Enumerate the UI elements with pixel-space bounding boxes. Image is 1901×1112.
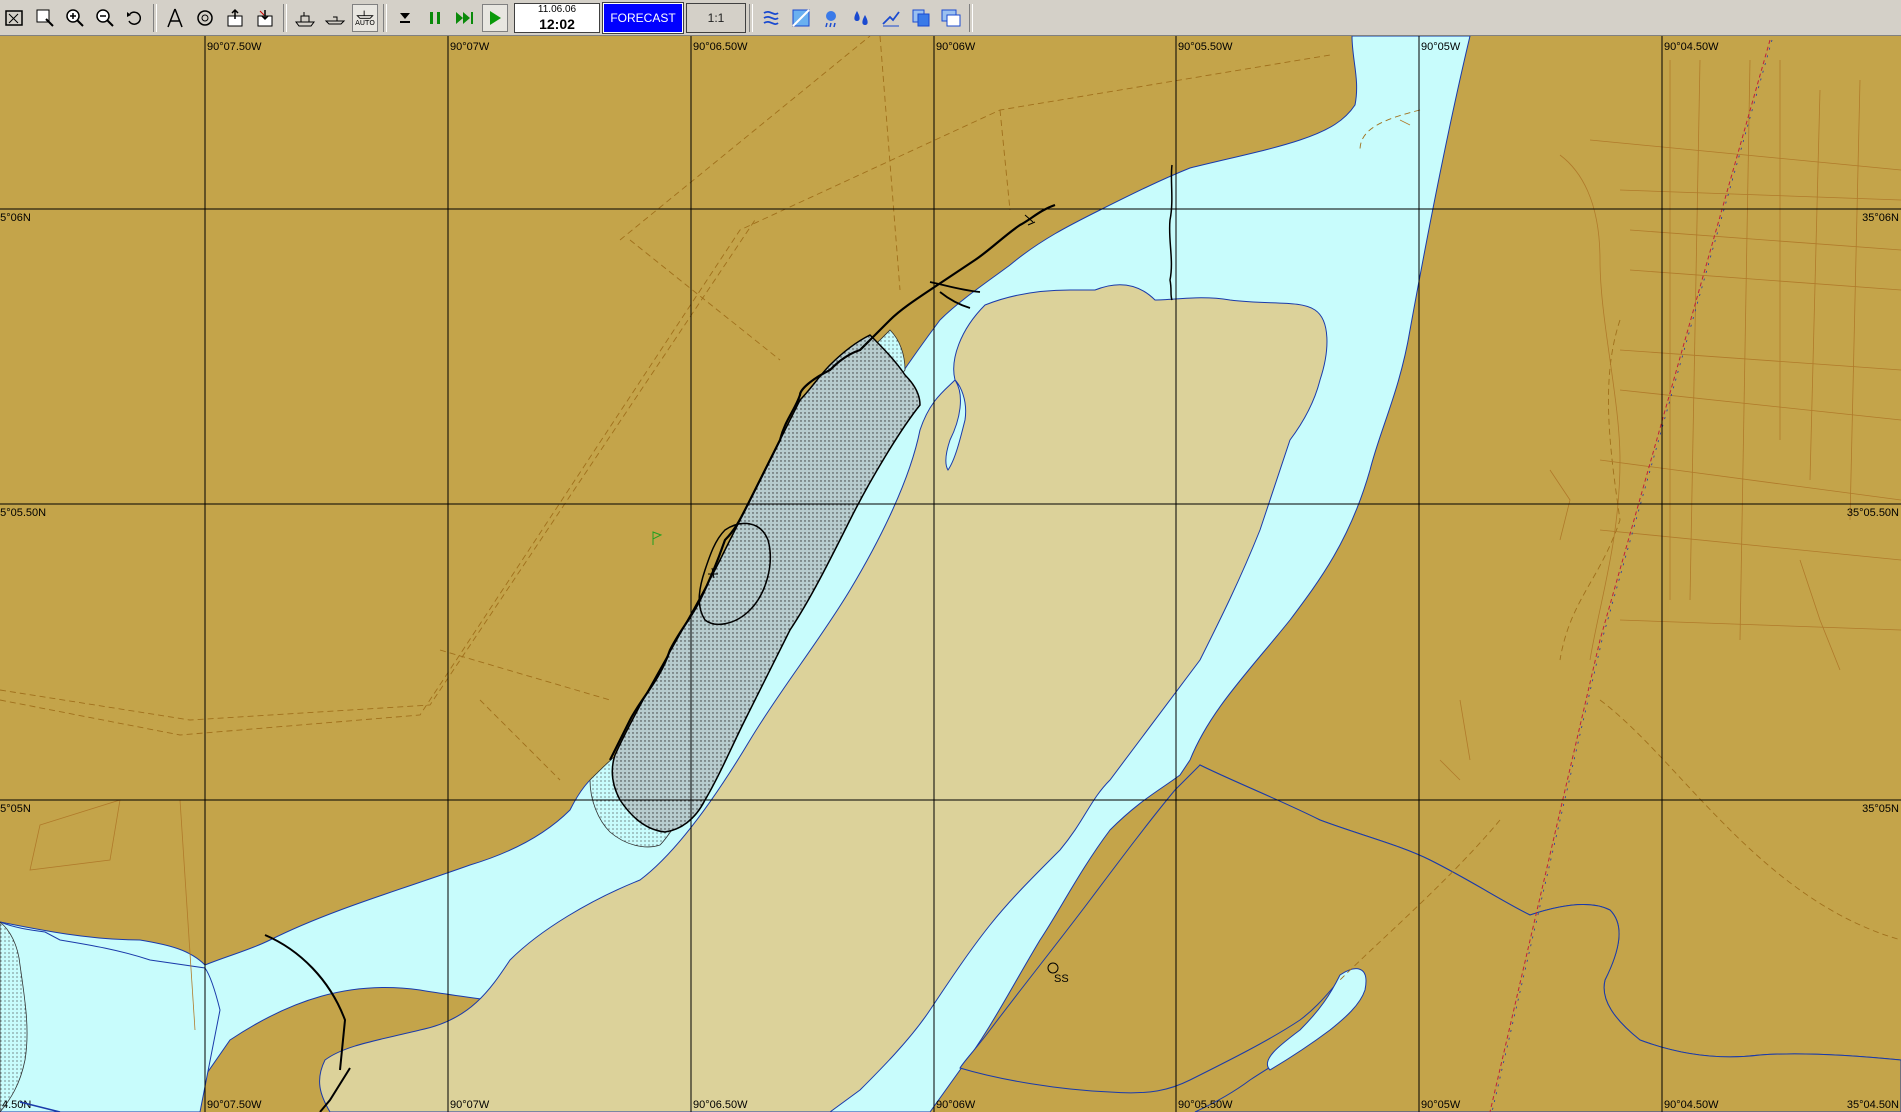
ship-icon[interactable] (292, 4, 318, 32)
time-text: 12:02 (539, 15, 575, 32)
date-time-display[interactable]: 11.06.06 12:02 (514, 2, 600, 33)
lon-label: 90°07W (450, 1099, 490, 1111)
edge-label-left: 4.50N (2, 1099, 31, 1111)
toolbar-separator (153, 3, 157, 32)
lon-label: 90°06.50W (693, 1099, 748, 1111)
lon-label: 90°07.50W (207, 41, 262, 53)
chart-map[interactable]: SS 90°07.50W 90°07W 90°06.50W 90°06W 90°… (0, 36, 1901, 1112)
toolbar-separator (749, 3, 753, 32)
spring-label: SS (1054, 973, 1069, 985)
lat-label: 35°05.50N (0, 507, 46, 519)
toolbar-separator (283, 3, 287, 32)
lon-label: 90°06W (936, 41, 976, 53)
grid-layer-icon[interactable] (788, 4, 814, 32)
edge-label-right: 35°04.50N (1847, 1099, 1899, 1111)
compass-divider-icon[interactable] (162, 4, 188, 32)
scale-selector[interactable]: 1:1 (686, 2, 746, 33)
vessel-track-icon[interactable] (322, 4, 348, 32)
lat-label: 35°06N (1862, 212, 1899, 224)
lon-label: 90°05.50W (1178, 1099, 1233, 1111)
stop-icon[interactable] (392, 4, 418, 32)
auto-label: AUTO (355, 19, 375, 27)
lon-label: 90°04.50W (1664, 41, 1719, 53)
forecast-button[interactable]: FORECAST (602, 1, 684, 34)
lon-label: 90°06.50W (693, 41, 748, 53)
toolbar: AUTO 11.06.06 12:02 FORECAST 1:1 (0, 0, 1901, 36)
zoom-out-icon[interactable] (92, 4, 118, 32)
lon-label: 90°05W (1421, 1099, 1461, 1111)
pause-icon[interactable] (422, 4, 448, 32)
lat-label: 35°06N (0, 212, 31, 224)
weather-layer-icon[interactable] (818, 4, 844, 32)
export-icon[interactable] (222, 4, 248, 32)
lon-label: 90°04.50W (1664, 1099, 1719, 1111)
rain-layer-icon[interactable] (848, 4, 874, 32)
auto-mode-icon[interactable]: AUTO (352, 3, 378, 32)
toolbar-separator (383, 3, 387, 32)
lon-label: 90°05.50W (1178, 41, 1233, 53)
select-arrow-icon[interactable] (2, 4, 28, 32)
lat-label: 35°05.50N (1847, 507, 1899, 519)
lon-label: 90°06W (936, 1099, 976, 1111)
lon-label: 90°05W (1421, 41, 1461, 53)
undo-zoom-icon[interactable] (122, 4, 148, 32)
wave-layer-icon[interactable] (878, 4, 904, 32)
zoom-window-icon[interactable] (32, 4, 58, 32)
import-icon[interactable] (252, 4, 278, 32)
lat-label: 35°05N (0, 803, 31, 815)
play-icon[interactable] (482, 3, 508, 32)
fast-forward-icon[interactable] (452, 4, 478, 32)
overlay-layer-icon[interactable] (938, 4, 964, 32)
wind-layer-icon[interactable] (758, 4, 784, 32)
lon-label: 90°07.50W (207, 1099, 262, 1111)
copy-layer-icon[interactable] (908, 4, 934, 32)
date-text: 11.06.06 (537, 3, 577, 15)
target-icon[interactable] (192, 4, 218, 32)
lat-label: 35°05N (1862, 803, 1899, 815)
lon-label: 90°07W (450, 41, 490, 53)
zoom-in-icon[interactable] (62, 4, 88, 32)
toolbar-separator (969, 3, 973, 32)
